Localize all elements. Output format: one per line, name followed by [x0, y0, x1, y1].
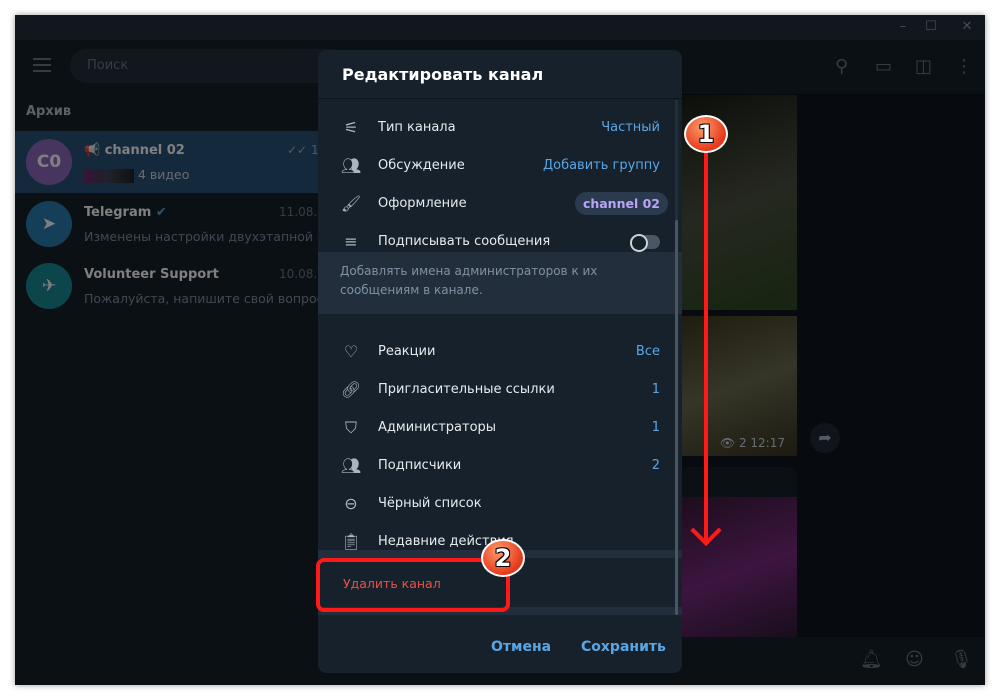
row-subscribers[interactable]: 👥︎ Подписчики 2: [318, 447, 668, 485]
row-appearance[interactable]: 🖌︎ Оформление channel 02: [318, 185, 668, 223]
link-icon: 🔗︎: [340, 380, 362, 399]
scrollbar-thumb[interactable]: [675, 220, 678, 615]
row-label: Тип канала: [378, 120, 456, 135]
row-value: 1: [651, 382, 660, 397]
row-label: Администраторы: [378, 420, 497, 435]
row-value: Все: [635, 344, 660, 359]
row-blacklist[interactable]: ⊖ Чёрный список: [318, 485, 668, 523]
channel-name-pill: channel 02: [574, 192, 668, 215]
row-label: Обсуждение: [378, 158, 465, 173]
row-reactions[interactable]: ♡ Реакции Все: [318, 333, 668, 371]
group-icon: 👥︎: [340, 156, 362, 175]
sign-messages-toggle[interactable]: [630, 234, 660, 252]
row-channel-type[interactable]: ⚟ Тип канала Частный: [318, 109, 668, 147]
clipboard-icon: 📋︎: [340, 532, 362, 551]
shield-star-icon: ⛉: [344, 418, 357, 437]
heart-icon: ♡: [343, 342, 359, 361]
row-label: Реакции: [378, 344, 436, 359]
annotation-arrow: [704, 130, 708, 540]
sliders-icon: ⚟: [343, 118, 359, 137]
step-badge-1: 1: [684, 115, 728, 153]
cancel-button[interactable]: Отмена: [491, 639, 551, 655]
row-value: 2: [651, 458, 660, 473]
row-label: Подписывать сообщения: [378, 234, 551, 249]
save-button[interactable]: Сохранить: [581, 639, 666, 655]
row-label: Оформление: [378, 196, 467, 211]
row-value: Добавить группу: [542, 158, 660, 173]
users-icon: 👥︎: [340, 456, 362, 475]
row-label: Подписчики: [378, 458, 462, 473]
step-badge-2: 2: [481, 539, 525, 577]
annotation-highlight: [316, 558, 510, 612]
row-invite-links[interactable]: 🔗︎ Пригласительные ссылки 1: [318, 371, 668, 409]
block-icon: ⊖: [344, 494, 358, 513]
row-value: 1: [651, 420, 660, 435]
sign-messages-note: Добавлять имена администраторов к их соо…: [318, 252, 682, 314]
row-label: Пригласительные ссылки: [378, 382, 555, 397]
dialog-title: Редактировать канал: [342, 65, 544, 84]
row-label: Чёрный список: [378, 496, 482, 511]
row-value: Частный: [601, 120, 660, 135]
signature-icon: ≡: [344, 232, 358, 251]
brush-icon: 🖌︎: [340, 194, 362, 213]
row-discussion[interactable]: 👥︎ Обсуждение Добавить группу: [318, 147, 668, 185]
row-administrators[interactable]: ⛉ Администраторы 1: [318, 409, 668, 447]
